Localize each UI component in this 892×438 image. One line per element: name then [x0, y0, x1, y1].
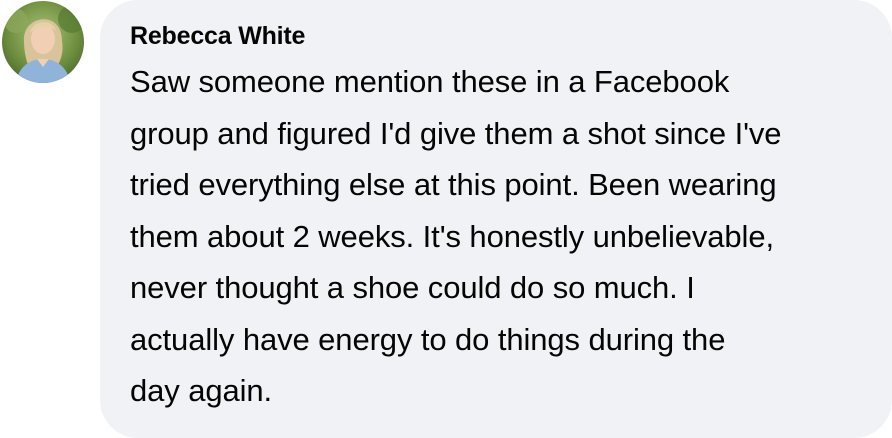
comment-line: actually have energy to do things during… [130, 321, 726, 357]
comment-line: day again. [130, 373, 273, 408]
comment-bubble: Rebecca White Saw someone mention these … [100, 0, 892, 438]
comment-line: tried everything else at this point. Bee… [130, 167, 777, 202]
comment-line: Saw someone mention these in a Facebook [130, 64, 730, 99]
comment-text: Saw someone mention these in a Facebook … [130, 56, 870, 417]
comment-line: group and figured I'd give them a shot s… [130, 115, 782, 151]
comment-line: them about 2 weeks. It's honestly unbeli… [130, 218, 774, 254]
comment: Rebecca White Saw someone mention these … [0, 0, 892, 438]
comment-line: never thought a shoe could do so much. I [130, 270, 695, 305]
avatar[interactable] [2, 1, 84, 83]
profile-photo-icon [2, 1, 84, 83]
author-name[interactable]: Rebecca White [130, 20, 305, 52]
